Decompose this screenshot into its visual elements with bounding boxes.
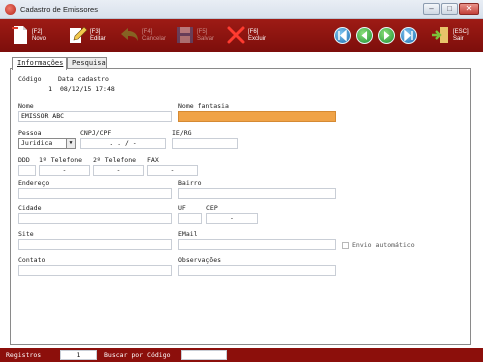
- registros-label: Registros: [6, 351, 42, 359]
- novo-label: Novo: [32, 36, 47, 42]
- excluir-button[interactable]: [F6] Excluir: [226, 21, 272, 50]
- sair-button[interactable]: [ESC] Sair: [431, 21, 479, 50]
- telefone1-input[interactable]: -: [39, 165, 90, 176]
- cnpj-cpf-label: CNPJ/CPF: [80, 129, 112, 137]
- cnpj-cpf-input[interactable]: . . / -: [80, 138, 166, 149]
- sair-key: [ESC]: [453, 29, 469, 35]
- email-input[interactable]: [178, 239, 336, 250]
- uf-label: UF: [178, 204, 186, 212]
- data-cadastro-value: 08/12/15 17:48: [60, 85, 115, 93]
- maximize-button[interactable]: □: [441, 3, 458, 15]
- novo-button[interactable]: [F2] Novo: [10, 21, 50, 50]
- last-record-icon: [404, 29, 413, 42]
- telefone2-input[interactable]: -: [93, 165, 144, 176]
- tab-pesquisa-label: Pesquisa: [72, 59, 106, 67]
- telefone1-label: 1º Telefone: [39, 156, 83, 164]
- cancelar-button[interactable]: [F4] Cancelar: [120, 21, 170, 50]
- form-panel: [10, 68, 471, 345]
- cidade-label: Cidade: [18, 204, 42, 212]
- cancelar-label: Cancelar: [142, 36, 167, 42]
- previous-record-button[interactable]: [356, 27, 373, 44]
- first-record-button[interactable]: [334, 27, 351, 44]
- tab-informacoes[interactable]: Informações: [12, 57, 67, 70]
- cidade-input[interactable]: [18, 213, 172, 224]
- app-icon: [5, 4, 16, 15]
- cancelar-key: [F4]: [142, 29, 153, 35]
- telefone2-label: 2º Telefone: [93, 156, 137, 164]
- tab-informacoes-label: Informações: [17, 59, 64, 67]
- uf-input[interactable]: [178, 213, 202, 224]
- next-record-button[interactable]: [378, 27, 395, 44]
- window-title: Cadastro de Emissores: [20, 5, 98, 14]
- nome-label: Nome: [18, 102, 34, 110]
- observacoes-input[interactable]: [178, 265, 336, 276]
- pessoa-label: Pessoa: [18, 129, 42, 137]
- delete-x-icon: [227, 26, 245, 44]
- chevron-down-icon: ▼: [66, 139, 75, 148]
- fax-input[interactable]: -: [147, 165, 198, 176]
- excluir-label: Excluir: [248, 36, 267, 42]
- last-record-button[interactable]: [400, 27, 417, 44]
- nome-input[interactable]: EMISSOR ABC: [18, 111, 172, 122]
- minimize-button[interactable]: –: [423, 3, 440, 15]
- exit-door-icon: [432, 27, 448, 43]
- codigo-value: 1: [48, 85, 52, 93]
- status-bar: Registros 1 Buscar por Código: [0, 348, 483, 362]
- bairro-label: Bairro: [178, 179, 202, 187]
- ddd-input[interactable]: [18, 165, 36, 176]
- contato-label: Contato: [18, 256, 46, 264]
- bairro-input[interactable]: [178, 188, 336, 199]
- envio-automatico-label: Envio automático: [352, 241, 415, 249]
- endereco-label: Endereço: [18, 179, 50, 187]
- cep-label: CEP: [206, 204, 218, 212]
- editar-button[interactable]: [F3] Editar: [68, 21, 108, 50]
- nome-fantasia-label: Nome fantasia: [178, 102, 229, 110]
- salvar-label: Salvar: [197, 36, 215, 42]
- envio-automatico-checkbox[interactable]: [342, 242, 349, 249]
- salvar-key: [F5]: [197, 29, 208, 35]
- save-disk-icon: [177, 27, 193, 43]
- window-titlebar: Cadastro de Emissores – □ ✕: [0, 0, 483, 19]
- previous-record-icon: [361, 31, 367, 40]
- buscar-codigo-input[interactable]: [181, 350, 227, 360]
- fax-label: FAX: [147, 156, 159, 164]
- registros-count: 1: [60, 350, 97, 360]
- next-record-icon: [384, 31, 390, 40]
- site-input[interactable]: [18, 239, 172, 250]
- novo-key: [F2]: [32, 29, 43, 35]
- email-label: EMail: [178, 230, 198, 238]
- pessoa-select[interactable]: Juridica ▼: [18, 138, 76, 149]
- pessoa-selected-value: Juridica: [21, 139, 53, 147]
- ie-rg-label: IE/RG: [172, 129, 192, 137]
- codigo-label: Código: [18, 75, 42, 83]
- new-document-icon: [12, 26, 27, 44]
- contato-input[interactable]: [18, 265, 172, 276]
- buscar-codigo-label: Buscar por Código: [104, 351, 171, 359]
- cep-input[interactable]: -: [206, 213, 258, 224]
- toolbar: [F2] Novo [F3] Editar [F4] Cancelar [F5] Sal…: [0, 19, 483, 52]
- editar-key: [F3]: [90, 29, 101, 35]
- observacoes-label: Observações: [178, 256, 222, 264]
- site-label: Site: [18, 230, 34, 238]
- ie-rg-input[interactable]: [172, 138, 238, 149]
- editar-label: Editar: [90, 36, 106, 42]
- salvar-button[interactable]: [F5] Salvar: [175, 21, 217, 50]
- ddd-label: DDD: [18, 156, 30, 164]
- first-record-icon: [338, 29, 347, 42]
- endereco-input[interactable]: [18, 188, 172, 199]
- edit-pencil-icon: [70, 26, 88, 43]
- excluir-key: [F6]: [248, 29, 259, 35]
- data-cadastro-label: Data cadastro: [58, 75, 109, 83]
- close-window-button[interactable]: ✕: [459, 3, 479, 15]
- nome-fantasia-input[interactable]: [178, 111, 336, 122]
- undo-arrow-icon: [121, 28, 138, 41]
- sair-label: Sair: [453, 36, 464, 42]
